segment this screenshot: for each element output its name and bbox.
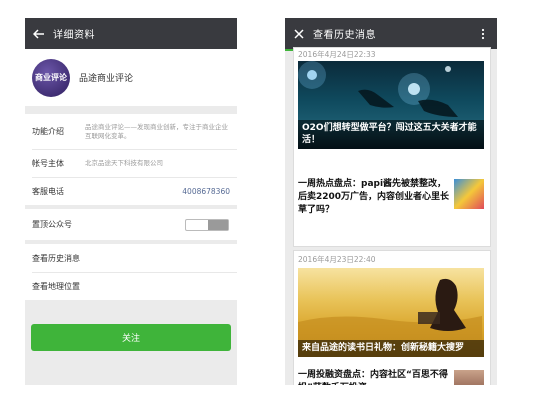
location-menu-label: 查看地理位置 <box>32 282 80 291</box>
avatar-text: 商业评论 <box>35 73 67 82</box>
function-value: 品途商业评论——发现商业创新，专注于商业企业互联网化变革。 <box>85 122 228 140</box>
function-row: 功能介绍 品途商业评论——发现商业创新，专注于商业企业互联网化变革。 <box>32 114 237 150</box>
pin-toggle[interactable] <box>185 218 229 231</box>
secondary-article-thumbnail <box>454 179 484 209</box>
account-label: 帐号主体 <box>32 159 64 168</box>
follow-button[interactable]: 关注 <box>31 324 231 351</box>
history-menu-item[interactable]: 查看历史消息 <box>32 244 237 273</box>
service-row[interactable]: 客服电话 4008678360 <box>32 178 237 205</box>
history-card-2[interactable]: 2016年4月23日22:40 来自品途的读书日礼物：创新秘籍大搜罗 一周投融资… <box>293 250 491 385</box>
pin-section: 置顶公众号 <box>25 209 237 240</box>
secondary-article[interactable]: 一周投融资盘点：内容社区“百思不得姐”获数千万投资， <box>298 369 484 385</box>
function-label: 功能介绍 <box>32 127 64 136</box>
location-menu-item[interactable]: 查看地理位置 <box>32 273 237 300</box>
follow-area: 关注 <box>25 306 237 385</box>
article-hero-image[interactable]: O2O们想转型做平台？闯过这五大关者才能活！ <box>298 61 484 149</box>
account-info-section: 功能介绍 品途商业评论——发现商业创新，专注于商业企业互联网化变革。 帐号主体 … <box>25 114 237 205</box>
avatar: 商业评论 <box>32 58 70 97</box>
article-date: 2016年4月24日22:33 <box>298 50 376 59</box>
history-card-1[interactable]: 2016年4月24日22:33 O2O们想转型做平台？闯过这五大关者才能活！ 一… <box>293 47 491 247</box>
toggle-knob <box>208 219 228 230</box>
secondary-article-title: 一周投融资盘点：内容社区“百思不得姐”获数千万投资， <box>298 370 448 385</box>
close-icon[interactable] <box>285 18 313 49</box>
account-profile[interactable]: 商业评论 品途商业评论 <box>25 49 237 106</box>
profile-app-bar: 详细资料 <box>25 18 237 49</box>
history-app-bar: 查看历史消息 <box>285 18 497 49</box>
secondary-article-title: 一周热点盘点：papi酱先被禁整改，后卖2200万广告，内容创业者心里长草了吗？ <box>298 179 450 215</box>
pin-label: 置顶公众号 <box>32 220 72 229</box>
history-title: 查看历史消息 <box>313 30 376 41</box>
secondary-article[interactable]: 一周热点盘点：papi酱先被禁整改，后卖2200万广告，内容创业者心里长草了吗？ <box>298 178 484 232</box>
secondary-article-thumbnail <box>454 370 484 385</box>
service-label: 客服电话 <box>32 187 64 196</box>
page-title: 详细资料 <box>53 30 95 41</box>
history-menu-label: 查看历史消息 <box>32 253 80 263</box>
history-screen: 查看历史消息 2016年4月24日22:33 O2O们想转型做平台？闯过这五大关… <box>285 18 497 385</box>
back-arrow-icon[interactable] <box>25 18 53 49</box>
account-row: 帐号主体 北京品途天下科技有限公司 <box>32 150 237 178</box>
menu-section: 查看历史消息 查看地理位置 <box>25 244 237 300</box>
article-headline: O2O们想转型做平台？闯过这五大关者才能活！ <box>298 120 484 149</box>
account-value: 北京品途天下科技有限公司 <box>85 159 163 167</box>
article-date: 2016年4月23日22:40 <box>298 255 376 264</box>
article-hero-image[interactable]: 来自品途的读书日礼物：创新秘籍大搜罗 <box>298 268 484 357</box>
service-phone-link[interactable]: 4008678360 <box>182 187 230 196</box>
article-headline: 来自品途的读书日礼物：创新秘籍大搜罗 <box>298 340 484 357</box>
account-name: 品途商业评论 <box>79 74 134 84</box>
profile-screen: 详细资料 商业评论 品途商业评论 功能介绍 品途商业评论——发现商业创新，专注于… <box>25 18 237 385</box>
more-menu-icon[interactable] <box>469 18 497 49</box>
pin-row: 置顶公众号 <box>32 209 237 240</box>
